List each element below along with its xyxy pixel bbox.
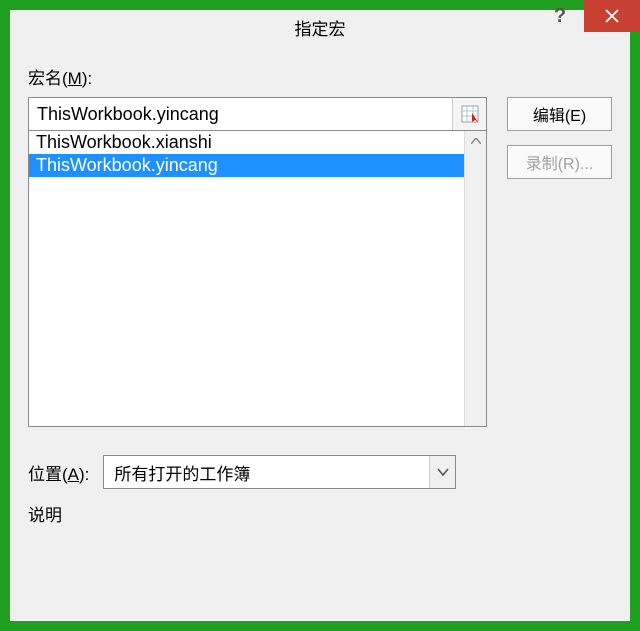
- assign-macro-dialog: 指定宏 ? 宏名(M):: [0, 0, 640, 631]
- edit-button[interactable]: 编辑(E): [507, 97, 612, 131]
- macro-list-items: ThisWorkbook.xianshi ThisWorkbook.yincan…: [29, 131, 464, 426]
- titlebar-buttons: ?: [536, 0, 640, 32]
- location-select[interactable]: 所有打开的工作簿: [103, 455, 456, 489]
- description-label: 说明: [28, 501, 612, 526]
- location-row: 位置(A): 所有打开的工作簿: [28, 455, 612, 489]
- location-select-arrow[interactable]: [429, 456, 455, 488]
- location-label: 位置(A):: [28, 460, 89, 485]
- macro-name-field-wrap: [28, 97, 487, 131]
- close-button[interactable]: [584, 0, 640, 32]
- location-select-value: 所有打开的工作簿: [104, 456, 429, 488]
- scroll-up-icon: [465, 131, 486, 151]
- list-scrollbar[interactable]: [464, 131, 486, 426]
- reference-edit-button[interactable]: [452, 98, 486, 130]
- dialog-content: 宏名(M):: [10, 44, 630, 621]
- titlebar: 指定宏 ?: [10, 10, 630, 44]
- main-row: ThisWorkbook.xianshi ThisWorkbook.yincan…: [28, 97, 612, 427]
- record-button: 录制(R)...: [507, 145, 612, 179]
- help-button[interactable]: ?: [536, 0, 584, 32]
- right-column: 编辑(E) 录制(R)...: [507, 97, 612, 427]
- macro-name-label: 宏名(M):: [28, 64, 612, 89]
- macro-list[interactable]: ThisWorkbook.xianshi ThisWorkbook.yincan…: [28, 131, 487, 427]
- chevron-down-icon: [437, 468, 449, 476]
- macro-name-input[interactable]: [29, 98, 452, 130]
- list-item[interactable]: ThisWorkbook.yincang: [29, 154, 464, 177]
- close-icon: [605, 9, 619, 23]
- left-column: ThisWorkbook.xianshi ThisWorkbook.yincan…: [28, 97, 487, 427]
- grid-reference-icon: [461, 105, 479, 123]
- list-item[interactable]: ThisWorkbook.xianshi: [29, 131, 464, 154]
